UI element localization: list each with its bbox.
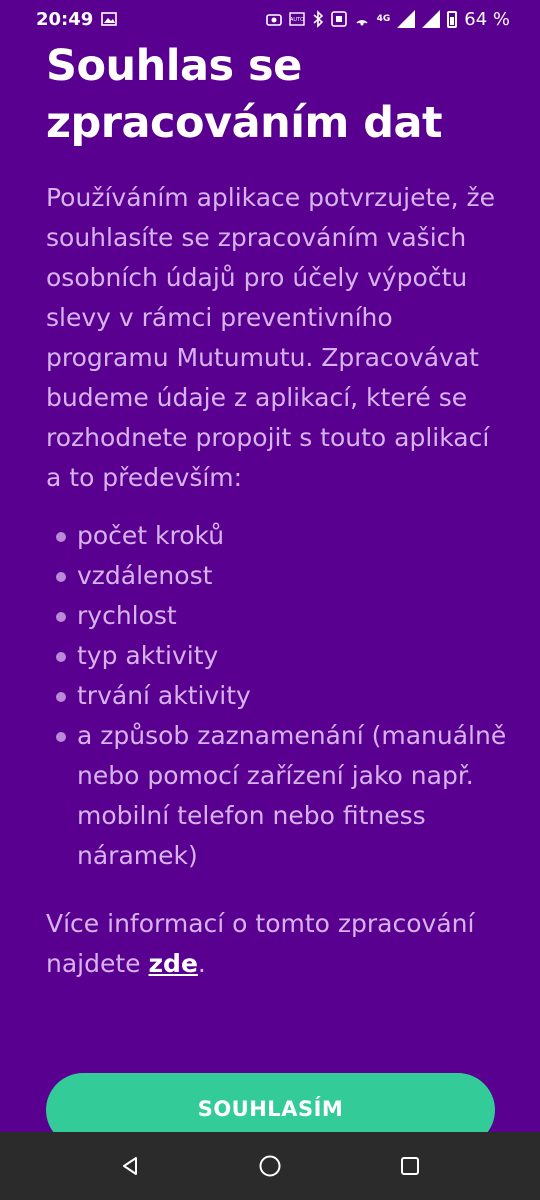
svg-text:AUTO: AUTO [290, 17, 304, 23]
nfc-icon [330, 11, 347, 27]
battery-icon [447, 10, 458, 28]
list-item-label: typ aktivity [77, 641, 219, 670]
list-item-label: a způsob zaznamenání (manuálně nebo pomo… [77, 721, 507, 870]
home-button[interactable] [248, 1144, 292, 1188]
list-item: typ aktivity [46, 636, 516, 676]
bullet-icon [56, 612, 66, 622]
list-item-label: počet kroků [77, 521, 225, 550]
bullet-icon [56, 732, 66, 742]
list-item: rychlost [46, 596, 516, 636]
bullet-icon [56, 532, 66, 542]
list-item: počet kroků [46, 516, 516, 556]
status-time: 20:49 [36, 8, 94, 30]
more-info-link[interactable]: zde [149, 949, 198, 978]
consent-content: Souhlas se zpracováním dat Používáním ap… [46, 38, 516, 984]
page-title: Souhlas se zpracováním dat [46, 41, 443, 148]
auto-icon: AUTO [288, 12, 305, 26]
bullet-icon [56, 572, 66, 582]
network-type: 4G [376, 14, 391, 24]
more-info-suffix: . [197, 949, 206, 978]
recents-button[interactable] [388, 1144, 432, 1188]
status-bar: 20:49 AUTO 4G 64 % [0, 0, 540, 38]
navigation-bar [0, 1132, 540, 1200]
bullet-icon [56, 652, 66, 662]
status-right: AUTO 4G 64 % [265, 8, 510, 30]
more-info-prefix: Více informací o tomto zpracování najdet… [46, 909, 475, 978]
recents-icon [401, 1157, 419, 1175]
bullet-icon [56, 692, 66, 702]
consent-screen: 20:49 AUTO 4G 64 % Souhlas se zpracování… [0, 0, 540, 1200]
hotspot-icon [354, 11, 370, 27]
image-icon [101, 12, 118, 26]
signal-icon [397, 10, 416, 28]
signal-icon-2 [422, 10, 441, 28]
more-info-text: Více informací o tomto zpracování najdet… [46, 904, 516, 984]
list-item-label: trvání aktivity [77, 681, 251, 710]
battery-percent: 64 % [464, 8, 510, 30]
back-icon [123, 1157, 137, 1175]
back-button[interactable] [108, 1144, 152, 1188]
camera-icon [265, 12, 282, 26]
list-item-label: rychlost [77, 601, 177, 630]
list-item: a způsob zaznamenání (manuálně nebo pomo… [46, 716, 516, 876]
bluetooth-icon [312, 10, 324, 28]
list-item: vzdálenost [46, 556, 516, 596]
home-icon [259, 1155, 281, 1177]
consent-intro: Používáním aplikace potvrzujete, že souh… [46, 183, 496, 492]
list-item: trvání aktivity [46, 676, 516, 716]
list-item-label: vzdálenost [77, 561, 213, 590]
data-items-list: počet kroků vzdálenost rychlost typ akti… [46, 516, 516, 876]
status-left: 20:49 [36, 8, 118, 30]
